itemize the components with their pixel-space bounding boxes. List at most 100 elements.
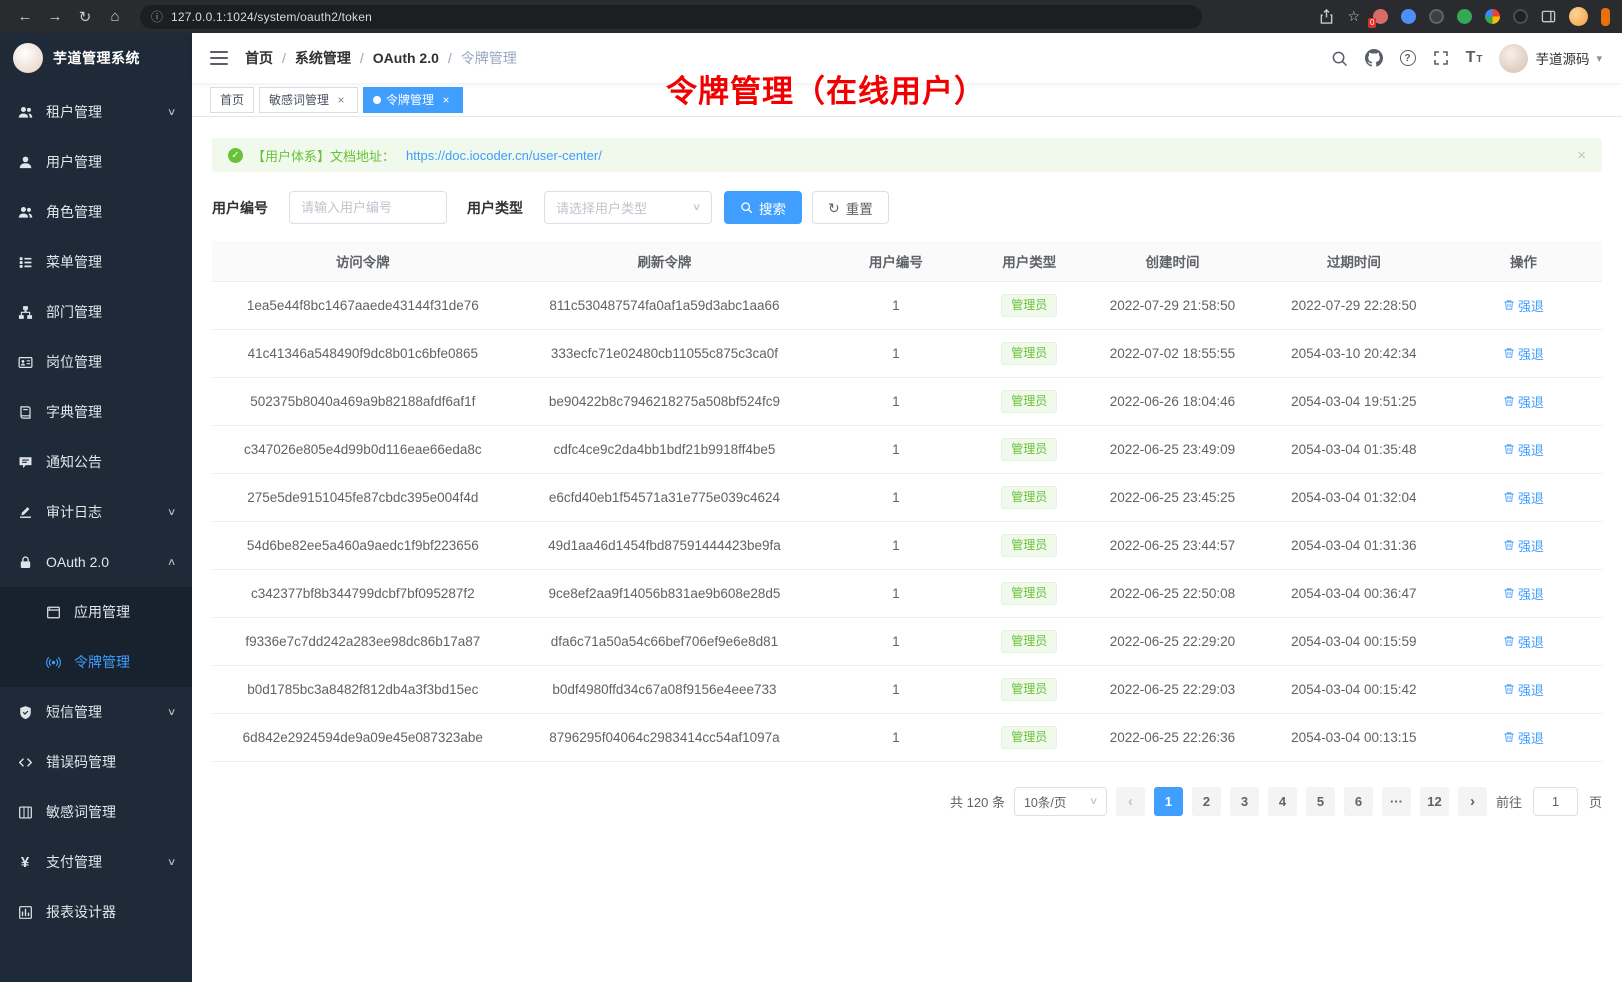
- reset-button[interactable]: ↻ 重置: [812, 191, 889, 224]
- back-icon[interactable]: ←: [12, 4, 38, 30]
- prev-page-button[interactable]: ‹: [1116, 787, 1145, 816]
- sidebar-item-audit-log[interactable]: 审计日志 ∨: [0, 487, 192, 537]
- site-info-icon[interactable]: ⓘ: [151, 8, 163, 25]
- sidebar-item-pay[interactable]: ¥ 支付管理 ∨: [0, 837, 192, 887]
- menu-label: OAuth 2.0: [46, 554, 109, 570]
- user-menu[interactable]: 芋道源码 ▾: [1499, 44, 1602, 73]
- col-user-id: 用户编号: [815, 241, 976, 281]
- sidebar-item-sms[interactable]: 短信管理 ∨: [0, 687, 192, 737]
- page-button-2[interactable]: 2: [1192, 787, 1221, 816]
- breadcrumb-current: 令牌管理: [461, 48, 517, 68]
- side-panel-icon[interactable]: [1541, 9, 1556, 24]
- sidebar-item-post[interactable]: 岗位管理: [0, 337, 192, 387]
- force-logout-button[interactable]: 强退: [1503, 344, 1544, 363]
- user-id: 1: [892, 538, 900, 553]
- breadcrumb-system[interactable]: 系统管理: [295, 48, 351, 68]
- bookmark-star-icon[interactable]: ☆: [1347, 8, 1360, 25]
- breadcrumb-home[interactable]: 首页: [245, 48, 273, 68]
- force-logout-button[interactable]: 强退: [1503, 584, 1544, 603]
- force-logout-button[interactable]: 强退: [1503, 728, 1544, 747]
- extension-icon-1[interactable]: 0: [1373, 9, 1388, 24]
- sidebar-item-oauth2-token[interactable]: 令牌管理: [0, 637, 192, 687]
- sidebar-item-report-designer[interactable]: 报表设计器: [0, 887, 192, 937]
- user-type-badge: 管理员: [1001, 486, 1057, 509]
- close-icon[interactable]: ×: [334, 93, 348, 107]
- user-id-input[interactable]: [289, 191, 447, 224]
- doc-alert: ✓ 【用户体系】文档地址： https://doc.iocoder.cn/use…: [212, 138, 1602, 172]
- close-icon[interactable]: ×: [1577, 147, 1586, 164]
- browser-update-pill[interactable]: [1601, 8, 1610, 26]
- sidebar-item-oauth2-app[interactable]: 应用管理: [0, 587, 192, 637]
- forward-icon[interactable]: →: [42, 4, 68, 30]
- extension-icon-3[interactable]: [1429, 9, 1444, 24]
- breadcrumb-oauth2[interactable]: OAuth 2.0: [373, 50, 439, 66]
- announcement-icon: [17, 454, 33, 470]
- extension-badge: 0: [1368, 18, 1376, 28]
- sidebar-item-menu[interactable]: 菜单管理: [0, 237, 192, 287]
- sidebar-item-sensitive-word[interactable]: 敏感词管理: [0, 787, 192, 837]
- menu-label: 应用管理: [74, 602, 130, 622]
- force-logout-button[interactable]: 强退: [1503, 392, 1544, 411]
- page-size-select[interactable]: 10条/页 ∨: [1014, 787, 1107, 816]
- page-button-3[interactable]: 3: [1230, 787, 1259, 816]
- reload-icon[interactable]: ↻: [72, 4, 98, 30]
- chevron-down-icon: ∨: [167, 507, 177, 518]
- menu-label: 令牌管理: [74, 652, 130, 672]
- sidebar-item-user[interactable]: 用户管理: [0, 137, 192, 187]
- force-logout-button[interactable]: 强退: [1503, 536, 1544, 555]
- page-button-4[interactable]: 4: [1268, 787, 1297, 816]
- page-button-6[interactable]: 6: [1344, 787, 1373, 816]
- force-logout-button[interactable]: 强退: [1503, 296, 1544, 315]
- sidebar-item-error-code[interactable]: 错误码管理: [0, 737, 192, 787]
- extensions-puzzle-icon[interactable]: [1485, 9, 1500, 24]
- org-tree-icon: [17, 304, 33, 320]
- sidebar-item-dict[interactable]: 字典管理: [0, 387, 192, 437]
- tab-token[interactable]: 令牌管理 ×: [363, 87, 463, 113]
- force-logout-button[interactable]: 强退: [1503, 488, 1544, 507]
- force-logout-button[interactable]: 强退: [1503, 632, 1544, 651]
- profile-avatar[interactable]: [1569, 7, 1588, 26]
- close-icon[interactable]: ×: [439, 93, 453, 107]
- sidebar-item-oauth2[interactable]: OAuth 2.0 ∧: [0, 537, 192, 587]
- next-page-button[interactable]: ›: [1458, 787, 1487, 816]
- sidebar-item-tenant[interactable]: 租户管理 ∨: [0, 87, 192, 137]
- hamburger-icon[interactable]: [210, 51, 228, 65]
- annotation-overlay: 令牌管理（在线用户）: [666, 66, 986, 111]
- doc-link[interactable]: https://doc.iocoder.cn/user-center/: [406, 148, 602, 163]
- sidebar-item-role[interactable]: 角色管理: [0, 187, 192, 237]
- help-icon[interactable]: ?: [1400, 50, 1416, 66]
- force-logout-button[interactable]: 强退: [1503, 680, 1544, 699]
- page-button-1[interactable]: 1: [1154, 787, 1183, 816]
- home-icon[interactable]: ⌂: [102, 4, 128, 30]
- url-bar[interactable]: ⓘ 127.0.0.1:1024/system/oauth2/token: [140, 5, 1202, 29]
- sidebar-item-dept[interactable]: 部门管理: [0, 287, 192, 337]
- sidebar-item-notice[interactable]: 通知公告: [0, 437, 192, 487]
- more-pages-button[interactable]: ···: [1382, 787, 1411, 816]
- search-button[interactable]: 搜索: [724, 191, 802, 224]
- user-id: 1: [892, 346, 900, 361]
- created-time: 2022-06-25 23:44:57: [1110, 538, 1235, 553]
- yen-icon: ¥: [17, 854, 33, 870]
- page-button-5[interactable]: 5: [1306, 787, 1335, 816]
- main-area: 首页 / 系统管理 / OAuth 2.0 / 令牌管理 ?: [192, 33, 1622, 982]
- extension-icon-5[interactable]: [1513, 9, 1528, 24]
- extension-icon-4[interactable]: [1457, 9, 1472, 24]
- app-logo[interactable]: 芋道管理系统: [0, 33, 192, 83]
- search-icon[interactable]: [1331, 50, 1348, 67]
- font-size-icon[interactable]: TT: [1466, 49, 1483, 67]
- fullscreen-icon[interactable]: [1433, 50, 1449, 66]
- goto-page-input[interactable]: [1533, 787, 1578, 816]
- extension-icon-2[interactable]: [1401, 9, 1416, 24]
- col-refresh-token: 刷新令牌: [514, 241, 816, 281]
- tab-sensitive-word[interactable]: 敏感词管理 ×: [259, 87, 358, 113]
- share-icon[interactable]: [1319, 9, 1334, 24]
- refresh-token: 9ce8ef2aa9f14056b831ae9b608e28d5: [548, 586, 780, 601]
- expire-time: 2054-03-10 20:42:34: [1291, 346, 1416, 361]
- force-logout-button[interactable]: 强退: [1503, 440, 1544, 459]
- page-button-12[interactable]: 12: [1420, 787, 1449, 816]
- tab-home[interactable]: 首页: [210, 87, 254, 113]
- menu-label: 菜单管理: [46, 252, 102, 272]
- github-icon[interactable]: [1365, 49, 1383, 67]
- broadcast-icon: [45, 654, 61, 670]
- user-type-select[interactable]: 请选择用户类型 ∨: [544, 191, 712, 224]
